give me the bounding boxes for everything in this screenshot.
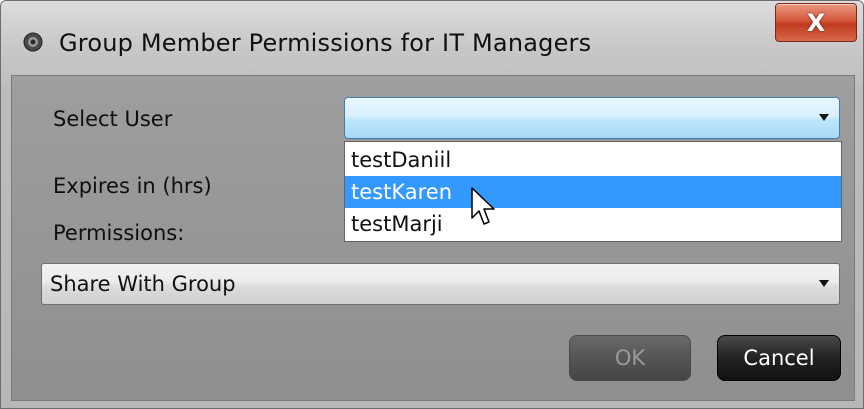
- permissions-value: Share With Group: [50, 272, 236, 296]
- user-dropdown-list: testDaniil testKaren testMarji: [344, 141, 842, 242]
- dropdown-item[interactable]: testKaren: [345, 176, 841, 208]
- close-button[interactable]: X: [775, 3, 857, 42]
- mouse-pointer-icon: [471, 187, 495, 225]
- window-title: Group Member Permissions for IT Managers: [59, 29, 592, 57]
- select-user-combobox[interactable]: [344, 97, 840, 139]
- dialog-window: Group Member Permissions for IT Managers…: [0, 0, 864, 409]
- title-bar[interactable]: Group Member Permissions for IT Managers…: [1, 1, 863, 85]
- app-icon: [23, 32, 43, 52]
- cancel-button[interactable]: Cancel: [717, 335, 841, 381]
- chevron-down-icon: [819, 114, 829, 121]
- dropdown-item[interactable]: testDaniil: [345, 144, 841, 176]
- expires-label: Expires in (hrs): [53, 174, 212, 198]
- permissions-combobox[interactable]: Share With Group: [41, 263, 840, 305]
- ok-button[interactable]: OK: [569, 335, 691, 381]
- chevron-down-icon: [819, 280, 829, 287]
- dropdown-item[interactable]: testMarji: [345, 208, 841, 240]
- permissions-label: Permissions:: [53, 221, 185, 245]
- select-user-label: Select User: [53, 107, 173, 131]
- close-icon: X: [806, 8, 826, 37]
